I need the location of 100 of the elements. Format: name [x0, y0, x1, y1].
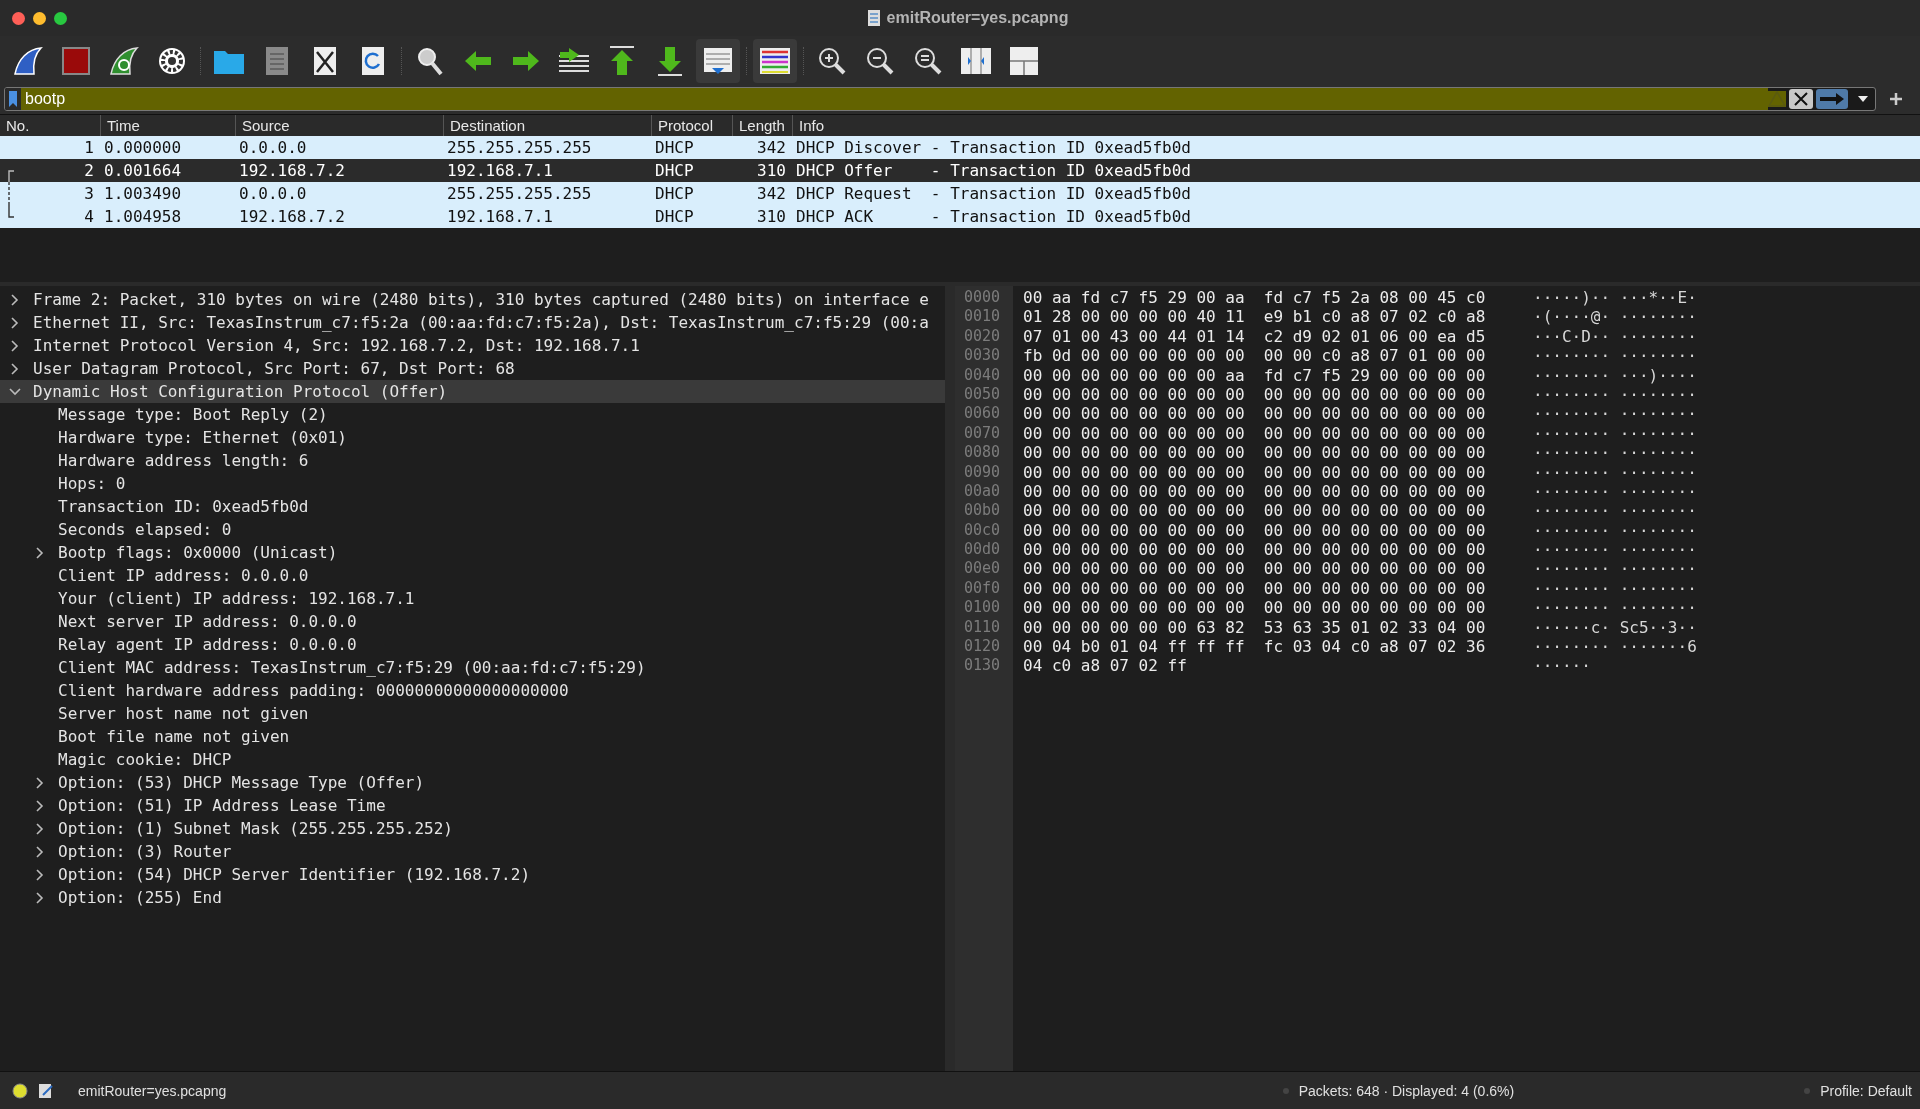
- tree-row[interactable]: Next server IP address: 0.0.0.0: [0, 610, 945, 633]
- ascii-bytes: ······: [1533, 656, 1591, 676]
- table-cell-text: 0.000000: [103, 137, 183, 159]
- tree-item-text: Bootp flags: 0x0000 (Unicast): [58, 543, 338, 562]
- byte-offset: 0050: [963, 384, 1002, 405]
- tree-row[interactable]: Client MAC address: TexasInstrum_c7:f5:29 (00:aa:fd:c7:f5:29): [0, 656, 945, 679]
- selected-packet-row[interactable]: 2 0.001664 192.168.7.2 192.168.7.1 DHCP 310 DHCP Offer - Transaction ID 0xead5fb0d: [0, 159, 1920, 182]
- column-header[interactable]: No.: [0, 115, 100, 136]
- profile-label: Profile: Default: [1820, 1082, 1912, 1099]
- ascii-bytes: ········ ········: [1533, 346, 1697, 366]
- hex-bytes: 00 00 00 00 00 00 00 00 00 00 00 00 00 00 00 00: [1023, 559, 1487, 579]
- tree-row[interactable]: Option: (54) DHCP Server Identifier (192.168.7.2): [0, 863, 945, 886]
- byte-offset: 0000: [963, 288, 1002, 308]
- plus-icon: [1890, 93, 1902, 105]
- table-cell-text: DHCP Offer - Transaction ID 0xead5fb0d: [795, 160, 1192, 182]
- tree-row[interactable]: Option: (51) IP Address Lease Time: [0, 794, 945, 817]
- ascii-bytes: ········ ········: [1533, 443, 1697, 463]
- tree-row[interactable]: Ethernet II, Src: TexasInstrum_c7:f5:2a (00:aa:fd:c7:f5:2a), Dst: TexasInstrum_c7:f5:29 (00:a: [0, 311, 945, 334]
- packet-row[interactable]: 1 0.000000 0.0.0.0 255.255.255.255 DHCP 342 DHCP Discover - Transaction ID 0xead5fb0d: [0, 136, 1920, 159]
- tree-row[interactable]: Frame 2: Packet, 310 bytes on wire (2480 bits), 310 bytes captured (2480 bits) on interface e: [0, 288, 945, 311]
- tree-row[interactable]: Internet Protocol Version 4, Src: 192.168.7.2, Dst: 192.168.7.1: [0, 334, 945, 357]
- warning-icon: [1768, 91, 1786, 107]
- hex-bytes: 04 c0 a8 07 02 ff: [1023, 656, 1188, 676]
- table-cell-text: 192.168.7.2: [238, 206, 346, 228]
- table-cell: 1: [84, 138, 94, 157]
- hex-bytes: 00 00 00 00 00 00 00 00 00 00 00 00 00 00 00 00: [1023, 520, 1487, 541]
- tree-item-text: Relay agent IP address: 0.0.0.0: [58, 635, 357, 654]
- packet-count: Packets: 648 · Displayed: 4 (0.6%): [1298, 1082, 1515, 1099]
- table-cell: 2: [84, 161, 94, 180]
- ascii-bytes: ········ ········: [1533, 578, 1697, 599]
- file-name: emitRouter=yes.pcapng: [78, 1082, 227, 1099]
- selected-tree-row[interactable]: Dynamic Host Configuration Protocol (Offer): [0, 380, 945, 403]
- ascii-bytes: ········ ········: [1533, 462, 1697, 482]
- toolbar-button[interactable]: [753, 39, 797, 83]
- tree-row[interactable]: Client hardware address padding: 00000000000000000000: [0, 679, 945, 702]
- hex-bytes: 00 aa fd c7 f5 29 00 aa fd c7 f5 2a 08 00 45 c0: [1023, 288, 1487, 308]
- table-cell-text: DHCP Discover - Transaction ID 0xead5fb0d: [795, 137, 1192, 159]
- tree-item-text: Ethernet II, Src: TexasInstrum_c7:f5:2a (00:aa:fd:c7:f5:2a), Dst: TexasInstrum_c7:f5:29 (00:a: [33, 313, 929, 332]
- ascii-bytes: ······c· Sc5··3··: [1533, 617, 1697, 638]
- tree-row[interactable]: Client IP address: 0.0.0.0: [0, 564, 945, 587]
- table-cell-text: 1.003490: [103, 183, 183, 205]
- tree-row[interactable]: Magic cookie: DHCP: [0, 748, 945, 771]
- hex-bytes: 00 04 b0 01 04 ff ff ff fc 03 04 c0 a8 07 02 36: [1023, 637, 1487, 657]
- tree-row[interactable]: Transaction ID: 0xead5fb0d: [0, 495, 945, 518]
- tree-row[interactable]: Server host name not given: [0, 702, 945, 725]
- caret-down-icon: [1858, 96, 1868, 102]
- ascii-bytes: ···C·D·· ········: [1533, 326, 1697, 347]
- table-cell-text: 0.0.0.0: [238, 183, 308, 205]
- ascii-bytes: ········ ········: [1533, 481, 1697, 502]
- table-cell-text: DHCP: [654, 137, 695, 159]
- tree-item-text: Option: (3) Router: [58, 842, 232, 861]
- tree-item-text: Option: (255) End: [58, 888, 222, 907]
- close-window-button[interactable]: [12, 11, 25, 25]
- colorize-icon: [759, 47, 791, 75]
- hex-bytes: 00 00 00 00 00 00 00 00 00 00 00 00 00 00 00 00: [1023, 578, 1487, 599]
- tree-row[interactable]: Message type: Boot Reply (2): [0, 403, 945, 426]
- table-cell-text: 1.004958: [103, 206, 183, 228]
- tree-row[interactable]: Option: (1) Subnet Mask (255.255.255.252): [0, 817, 945, 840]
- hex-bytes: 07 01 00 43 00 44 01 14 c2 d9 02 01 06 00 ea d5: [1023, 326, 1487, 347]
- tree-row[interactable]: User Datagram Protocol, Src Port: 67, Dst Port: 68: [0, 357, 945, 380]
- tree-row[interactable]: Hardware address length: 6: [0, 449, 945, 472]
- tree-row[interactable]: Option: (53) DHCP Message Type (Offer): [0, 771, 945, 794]
- gear-icon: [157, 46, 187, 76]
- hex-bytes: 00 00 00 00 00 00 00 00 00 00 00 00 00 00 00 00: [1023, 540, 1487, 560]
- apply-filter-button[interactable]: [1816, 89, 1848, 109]
- ascii-bytes: ·(····@· ········: [1533, 307, 1697, 327]
- byte-offset: 0060: [963, 404, 1002, 424]
- packet-row[interactable]: 3 1.003490 0.0.0.0 255.255.255.255 DHCP 342 DHCP Request - Transaction ID 0xead5fb0d: [0, 182, 1920, 205]
- table-cell-text: 310: [756, 160, 787, 182]
- restart-fin-icon: [108, 45, 140, 77]
- auto-scroll-icon: [702, 46, 734, 76]
- byte-offset: 00d0: [963, 540, 1002, 560]
- tree-item-text: Hardware address length: 6: [58, 451, 309, 470]
- reload-file-icon: [361, 46, 385, 76]
- status-indicator-icon: [12, 1082, 28, 1099]
- hex-bytes: 00 00 00 00 00 00 00 00 00 00 00 00 00 00 00 00: [1023, 404, 1487, 424]
- tree-item-text: Message type: Boot Reply (2): [58, 405, 328, 424]
- toolbar-button[interactable]: [696, 39, 740, 83]
- tree-row[interactable]: Hardware type: Ethernet (0x01): [0, 426, 945, 449]
- tree-row[interactable]: Hops: 0: [0, 472, 945, 495]
- table-cell-text: 192.168.7.1: [446, 206, 554, 228]
- tree-item-text: Option: (54) DHCP Server Identifier (192.168.7.2): [58, 865, 530, 884]
- minimize-window-button[interactable]: [33, 11, 46, 25]
- tree-row[interactable]: Your (client) IP address: 192.168.7.1: [0, 587, 945, 610]
- ascii-bytes: ········ ········: [1533, 540, 1697, 560]
- byte-offset: 00f0: [963, 578, 1002, 599]
- tree-row[interactable]: Option: (3) Router: [0, 840, 945, 863]
- tree-row[interactable]: Relay agent IP address: 0.0.0.0: [0, 633, 945, 656]
- tree-row[interactable]: Bootp flags: 0x0000 (Unicast): [0, 541, 945, 564]
- byte-offset: 0120: [963, 637, 1002, 657]
- table-cell-text: DHCP: [654, 183, 695, 205]
- tree-row[interactable]: Option: (255) End: [0, 886, 945, 909]
- tree-item-text: Magic cookie: DHCP: [58, 750, 232, 769]
- first-packet-icon: [607, 45, 637, 77]
- clear-filter-button[interactable]: [1789, 89, 1813, 109]
- zoom-window-button[interactable]: [54, 11, 67, 25]
- ascii-bytes: ········ ···)····: [1533, 365, 1697, 385]
- tree-row[interactable]: Seconds elapsed: 0: [0, 518, 945, 541]
- packet-row[interactable]: 4 1.004958 192.168.7.2 192.168.7.1 DHCP 310 DHCP ACK - Transaction ID 0xead5fb0d: [0, 205, 1920, 228]
- tree-row[interactable]: Boot file name not given: [0, 725, 945, 748]
